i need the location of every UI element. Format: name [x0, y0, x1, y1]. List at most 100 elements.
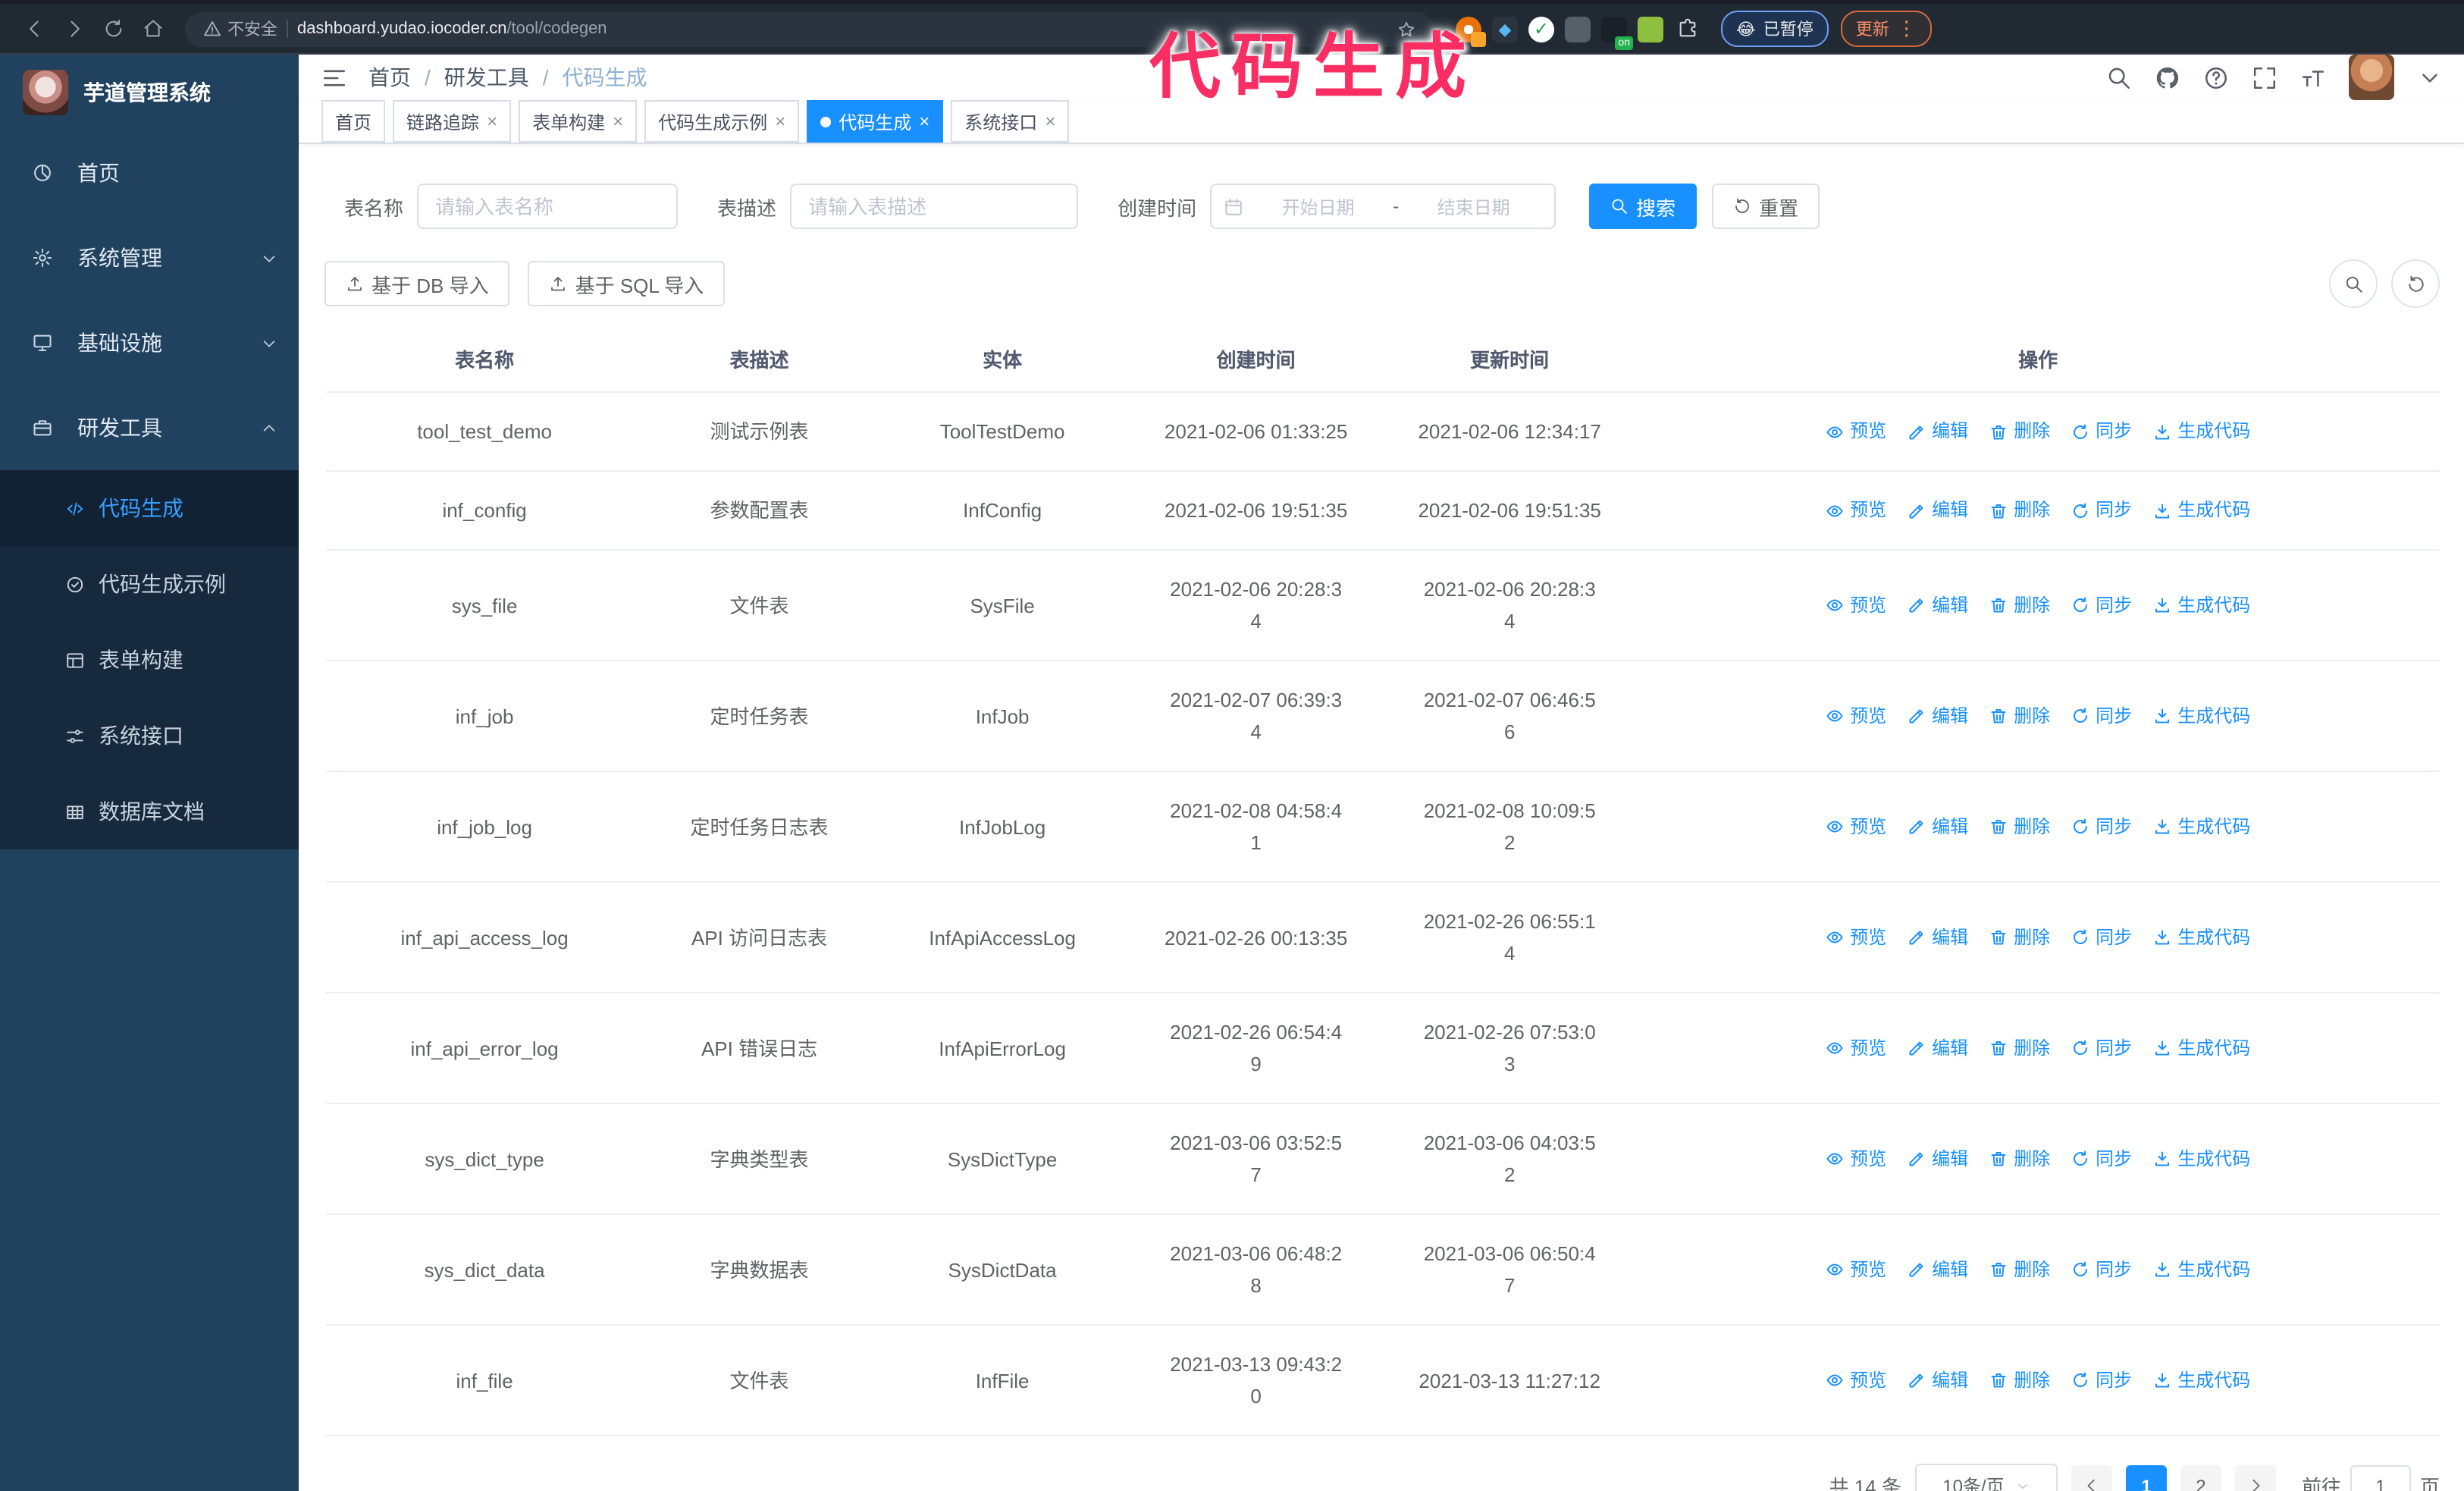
- delete-link[interactable]: 删除: [1989, 811, 2050, 843]
- edit-link[interactable]: 编辑: [1908, 1254, 1968, 1285]
- tag-codegen-active[interactable]: 代码生成 ×: [807, 100, 944, 143]
- edit-link[interactable]: 编辑: [1908, 1364, 1968, 1396]
- sidebar-collapse-icon[interactable]: [321, 64, 347, 90]
- preview-link[interactable]: 预览: [1826, 1143, 1886, 1175]
- generate-code-link[interactable]: 生成代码: [2153, 1143, 2250, 1175]
- preview-link[interactable]: 预览: [1826, 700, 1886, 732]
- sidebar-item-devtools[interactable]: 研发工具: [0, 385, 299, 470]
- preview-link[interactable]: 预览: [1826, 589, 1886, 621]
- goto-page-input[interactable]: [2350, 1465, 2411, 1491]
- edit-link[interactable]: 编辑: [1908, 700, 1968, 732]
- delete-link[interactable]: 删除: [1989, 921, 2050, 953]
- edit-link[interactable]: 编辑: [1908, 416, 1968, 447]
- breadcrumb-home[interactable]: 首页: [368, 62, 411, 93]
- sidebar-item-infra[interactable]: 基础设施: [0, 300, 299, 385]
- toggle-search-button[interactable]: [2329, 259, 2378, 308]
- edit-link[interactable]: 编辑: [1908, 1143, 1968, 1175]
- generate-code-link[interactable]: 生成代码: [2153, 1032, 2250, 1064]
- search-icon[interactable]: [2106, 64, 2132, 90]
- browser-home-button[interactable]: [133, 9, 173, 49]
- close-icon[interactable]: ×: [919, 111, 929, 132]
- generate-code-link[interactable]: 生成代码: [2153, 811, 2250, 843]
- generate-code-link[interactable]: 生成代码: [2153, 1364, 2250, 1396]
- preview-link[interactable]: 预览: [1826, 811, 1886, 843]
- next-page-button[interactable]: [2234, 1465, 2276, 1491]
- date-range-picker[interactable]: 开始日期 - 结束日期: [1210, 184, 1556, 229]
- sidebar-item-codegen[interactable]: 代码生成: [0, 470, 299, 546]
- sync-link[interactable]: 同步: [2071, 494, 2132, 526]
- tag-home[interactable]: 首页: [321, 100, 386, 143]
- github-icon[interactable]: [2155, 64, 2180, 90]
- ext-check-icon[interactable]: ✓: [1528, 16, 1554, 42]
- generate-code-link[interactable]: 生成代码: [2153, 589, 2250, 621]
- breadcrumb-devtools[interactable]: 研发工具: [444, 62, 529, 93]
- page-size-select[interactable]: 10条/页: [1914, 1464, 2058, 1491]
- app-logo[interactable]: 芋道管理系统: [0, 55, 299, 130]
- refresh-table-button[interactable]: [2391, 259, 2440, 308]
- sync-link[interactable]: 同步: [2071, 1032, 2132, 1064]
- sync-link[interactable]: 同步: [2071, 1254, 2132, 1285]
- db-import-button[interactable]: 基于 DB 导入: [324, 261, 510, 306]
- font-size-icon[interactable]: [2300, 64, 2326, 90]
- generate-code-link[interactable]: 生成代码: [2153, 1254, 2250, 1285]
- sync-link[interactable]: 同步: [2071, 1143, 2132, 1175]
- sync-link[interactable]: 同步: [2071, 589, 2132, 621]
- delete-link[interactable]: 删除: [1989, 700, 2050, 732]
- sidebar-item-system-api[interactable]: 系统接口: [0, 698, 299, 774]
- not-secure-indicator[interactable]: 不安全: [203, 17, 277, 41]
- sidebar-item-codegen-example[interactable]: 代码生成示例: [0, 546, 299, 622]
- sync-link[interactable]: 同步: [2071, 700, 2132, 732]
- table-desc-input[interactable]: [790, 184, 1079, 229]
- search-button[interactable]: 搜索: [1589, 184, 1698, 229]
- delete-link[interactable]: 删除: [1989, 416, 2050, 447]
- prev-page-button[interactable]: [2071, 1465, 2112, 1491]
- reset-button[interactable]: 重置: [1712, 184, 1820, 229]
- generate-code-link[interactable]: 生成代码: [2153, 494, 2250, 526]
- delete-link[interactable]: 删除: [1989, 494, 2050, 526]
- preview-link[interactable]: 预览: [1826, 1364, 1886, 1396]
- preview-link[interactable]: 预览: [1826, 1254, 1886, 1285]
- browser-forward-button[interactable]: [55, 9, 94, 49]
- preview-link[interactable]: 预览: [1826, 416, 1886, 447]
- sync-link[interactable]: 同步: [2071, 921, 2132, 953]
- close-icon[interactable]: ×: [487, 111, 497, 132]
- chrome-update-button[interactable]: 更新 ⋮: [1840, 11, 1932, 47]
- delete-link[interactable]: 删除: [1989, 1364, 2050, 1396]
- table-name-input[interactable]: [417, 184, 679, 229]
- fullscreen-icon[interactable]: [2252, 64, 2277, 90]
- edit-link[interactable]: 编辑: [1908, 494, 1968, 526]
- edit-link[interactable]: 编辑: [1908, 921, 1968, 953]
- delete-link[interactable]: 删除: [1989, 1143, 2050, 1175]
- delete-link[interactable]: 删除: [1989, 1254, 2050, 1285]
- sync-link[interactable]: 同步: [2071, 416, 2132, 447]
- ext-grid-icon[interactable]: [1565, 16, 1591, 42]
- close-icon[interactable]: ×: [775, 111, 785, 132]
- tag-system-api[interactable]: 系统接口 ×: [951, 100, 1070, 143]
- user-menu-caret-icon[interactable]: [2417, 64, 2443, 90]
- sync-link[interactable]: 同步: [2071, 811, 2132, 843]
- browser-reload-button[interactable]: [94, 9, 133, 49]
- sidebar-item-home[interactable]: 首页: [0, 130, 299, 215]
- sidebar-item-form-builder[interactable]: 表单构建: [0, 622, 299, 698]
- ext-gem-icon[interactable]: ◆: [1492, 16, 1518, 42]
- preview-link[interactable]: 预览: [1826, 921, 1886, 953]
- tag-tracing[interactable]: 链路追踪 ×: [393, 100, 512, 143]
- preview-link[interactable]: 预览: [1826, 494, 1886, 526]
- sidebar-item-db-doc[interactable]: 数据库文档: [0, 774, 299, 849]
- sidebar-item-system[interactable]: 系统管理: [0, 215, 299, 300]
- delete-link[interactable]: 删除: [1989, 1032, 2050, 1064]
- ext-green-figure-icon[interactable]: [1638, 16, 1663, 42]
- edit-link[interactable]: 编辑: [1908, 811, 1968, 843]
- tag-form-builder[interactable]: 表单构建 ×: [519, 100, 638, 143]
- sql-import-button[interactable]: 基于 SQL 导入: [528, 261, 726, 306]
- generate-code-link[interactable]: 生成代码: [2153, 921, 2250, 953]
- sync-link[interactable]: 同步: [2071, 1364, 2132, 1396]
- close-icon[interactable]: ×: [613, 111, 623, 132]
- close-icon[interactable]: ×: [1045, 111, 1055, 132]
- browser-menu-dots-icon[interactable]: ⋮: [1897, 17, 1917, 41]
- page-button-2[interactable]: 2: [2180, 1465, 2221, 1491]
- user-avatar[interactable]: [2349, 55, 2394, 100]
- edit-link[interactable]: 编辑: [1908, 589, 1968, 621]
- preview-link[interactable]: 预览: [1826, 1032, 1886, 1064]
- page-button-1[interactable]: 1: [2125, 1465, 2167, 1491]
